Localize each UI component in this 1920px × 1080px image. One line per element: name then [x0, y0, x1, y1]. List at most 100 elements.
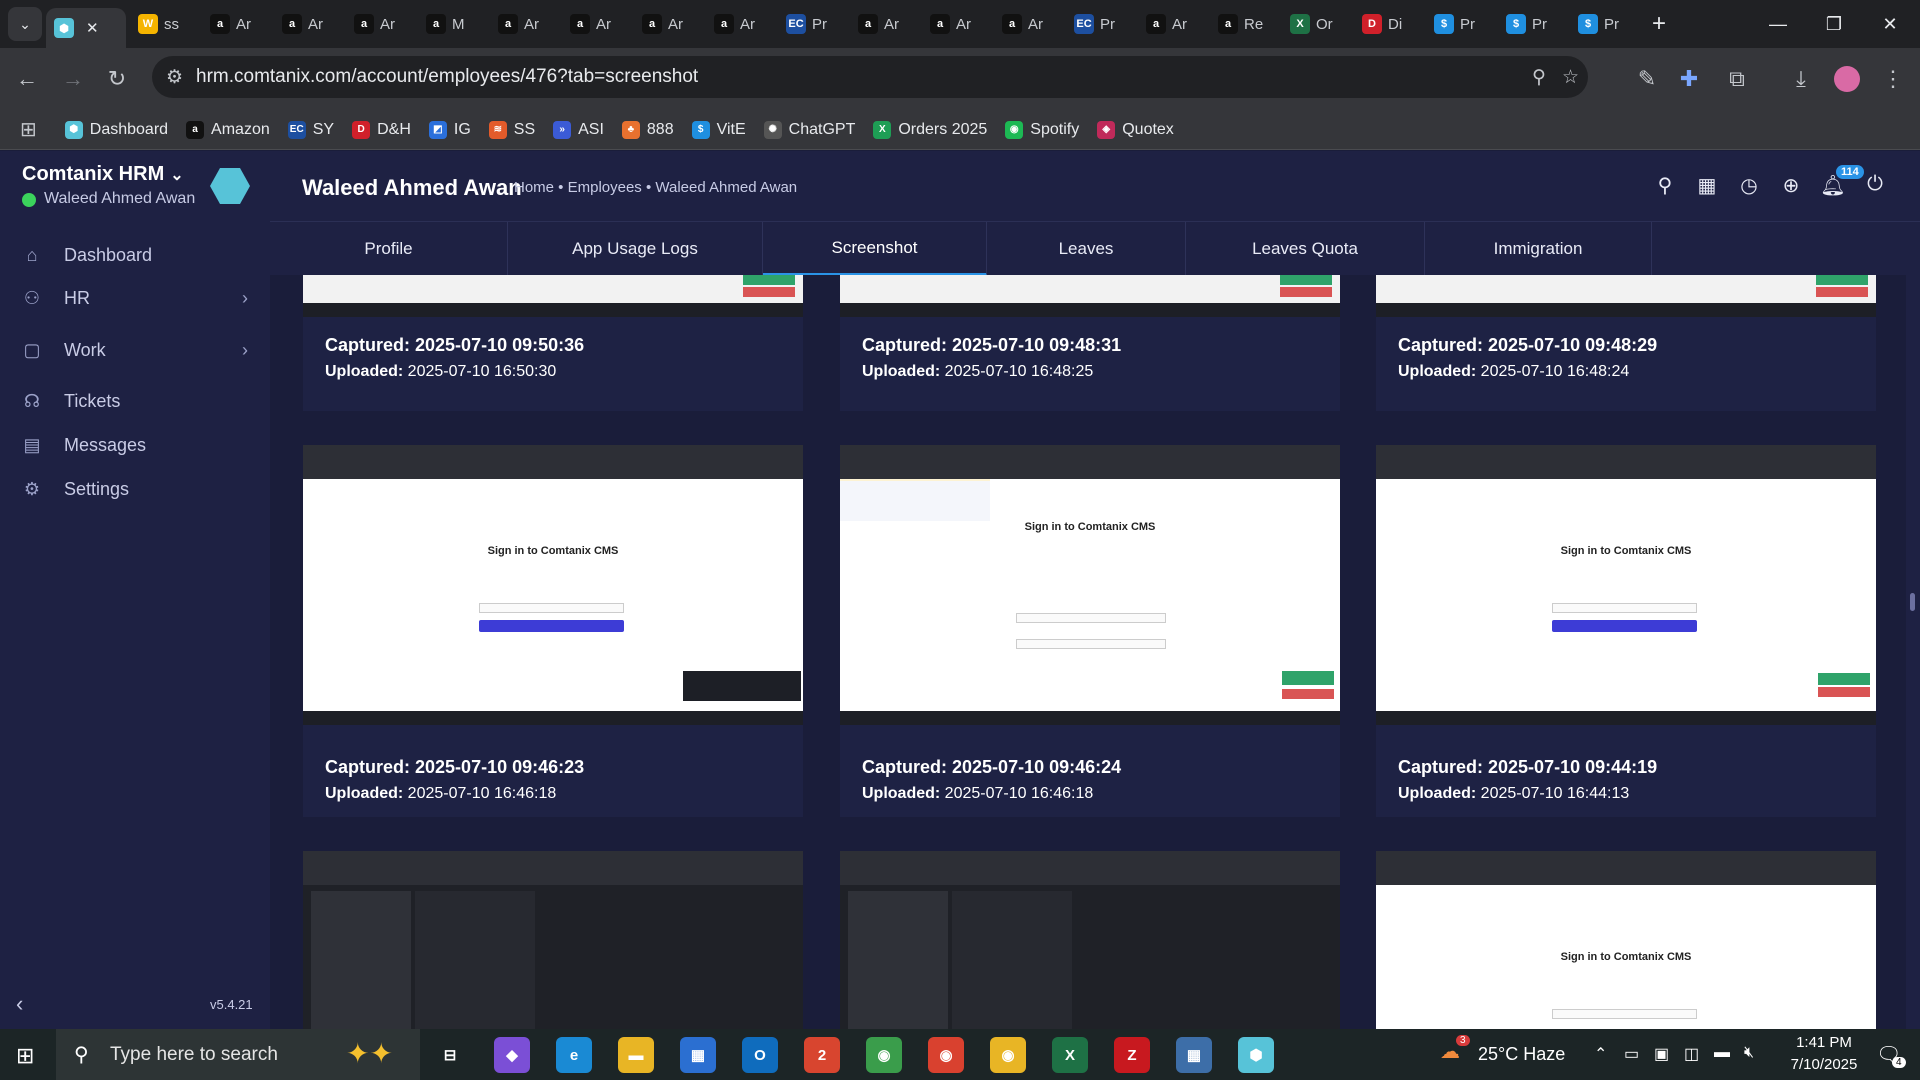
screenshot-thumbnail[interactable]: [840, 851, 1340, 1029]
tab-search-chevron-icon[interactable]: ⌄: [8, 7, 42, 41]
zoom-icon[interactable]: ⚲: [1532, 66, 1546, 89]
screen-record-icon[interactable]: ◫: [1684, 1044, 1699, 1064]
chrome-icon-2[interactable]: ◉: [928, 1037, 964, 1073]
browser-tab[interactable]: a Ar: [634, 7, 702, 41]
chrome-icon[interactable]: ◉: [866, 1037, 902, 1073]
sidebar-item-hr[interactable]: ⚇ HR ›: [0, 273, 270, 323]
sidebar-item-messages[interactable]: ▤ Messages: [0, 420, 270, 470]
task-view-icon[interactable]: ⊟: [432, 1037, 468, 1073]
address-bar[interactable]: ⚙ hrm.comtanix.com/account/employees/476…: [152, 56, 1588, 98]
bookmark-item[interactable]: ♣ 888: [621, 120, 674, 139]
restore-icon[interactable]: ❐: [1806, 0, 1862, 48]
browser-tab[interactable]: a Ar: [490, 7, 558, 41]
bookmark-item[interactable]: ◉ Spotify: [1005, 120, 1079, 139]
collapse-sidebar-icon[interactable]: ‹: [16, 991, 23, 1017]
calendar-app-icon[interactable]: 2: [804, 1037, 840, 1073]
browser-tab[interactable]: X Or: [1282, 7, 1350, 41]
screenshot-thumbnail[interactable]: Sign in to Comtanix CMS: [303, 445, 803, 725]
apps-grid-icon[interactable]: ⊞: [20, 117, 37, 142]
browser-tab[interactable]: a Ar: [706, 7, 774, 41]
browser-tab[interactable]: $ Pr: [1498, 7, 1566, 41]
comtanix-app-icon[interactable]: ⬢: [1238, 1037, 1274, 1073]
screenshot-card[interactable]: [840, 851, 1340, 1029]
browser-tab[interactable]: a Ar: [346, 7, 414, 41]
bookmark-item[interactable]: ⬢ Dashboard: [64, 120, 168, 139]
extension-puzzle-blue-icon[interactable]: ✚: [1672, 62, 1706, 96]
screenshot-thumbnail[interactable]: [303, 851, 803, 1029]
browser-tab[interactable]: ⬢ ✕: [46, 8, 126, 48]
screenshot-thumbnail[interactable]: [1376, 275, 1876, 317]
network-icon[interactable]: ▭: [1624, 1044, 1639, 1064]
search-icon[interactable]: ⚲: [1652, 173, 1678, 198]
browser-tab[interactable]: a Ar: [274, 7, 342, 41]
clock-date[interactable]: 7/10/2025: [1784, 1056, 1864, 1073]
screenshot-card[interactable]: Captured: 2025-07-10 09:50:36 Uploaded: 2…: [303, 275, 803, 411]
site-info-icon[interactable]: ⚙: [166, 66, 183, 89]
browser-tab[interactable]: $ Pr: [1426, 7, 1494, 41]
bookmark-star-icon[interactable]: ☆: [1562, 66, 1579, 89]
tab-app-usage-logs[interactable]: App Usage Logs: [508, 222, 763, 276]
screenshot-card[interactable]: Sign in to Comtanix CMS: [1376, 851, 1876, 1029]
show-hidden-icons-chevron-icon[interactable]: ⌃: [1594, 1044, 1607, 1064]
filezilla-icon[interactable]: Z: [1114, 1037, 1150, 1073]
copilot-icon[interactable]: ◆: [494, 1037, 530, 1073]
store-icon[interactable]: ▦: [680, 1037, 716, 1073]
browser-tab[interactable]: $ Pr: [1570, 7, 1638, 41]
download-icon[interactable]: ⤓: [1784, 62, 1818, 96]
tab-immigration[interactable]: Immigration: [1425, 222, 1652, 276]
sidebar-item-tickets[interactable]: ☊ Tickets: [0, 376, 270, 426]
outlook-icon[interactable]: O: [742, 1037, 778, 1073]
bookmark-item[interactable]: ✺ ChatGPT: [763, 120, 855, 139]
new-tab-plus-icon[interactable]: +: [1652, 10, 1666, 38]
minimize-icon[interactable]: —: [1750, 0, 1806, 48]
screenshot-card[interactable]: Captured: 2025-07-10 09:48:29 Uploaded: 2…: [1376, 275, 1876, 411]
file-explorer-icon[interactable]: ▬: [618, 1037, 654, 1073]
sidebar-item-work[interactable]: ▢ Work ›: [0, 325, 270, 375]
sidebar-item-settings[interactable]: ⚙ Settings: [0, 464, 270, 514]
screenshot-thumbnail[interactable]: Sign in to Comtanix CMS: [840, 445, 1340, 725]
tab-leaves-quota[interactable]: Leaves Quota: [1186, 222, 1425, 276]
browser-tab[interactable]: EC Pr: [1066, 7, 1134, 41]
calculator-icon[interactable]: ▦: [1176, 1037, 1212, 1073]
weather-text[interactable]: 25°C Haze: [1478, 1044, 1565, 1065]
tab-screenshot[interactable]: Screenshot: [763, 222, 987, 276]
bookmark-item[interactable]: ◈ Quotex: [1097, 120, 1174, 139]
excel-icon[interactable]: X: [1052, 1037, 1088, 1073]
browser-tab[interactable]: Wss: [130, 7, 198, 41]
volume-mute-icon[interactable]: 🔇︎: [1744, 1044, 1754, 1062]
browser-tab[interactable]: a Ar: [202, 7, 270, 41]
screenshot-thumbnail[interactable]: Sign in to Comtanix CMS: [1376, 851, 1876, 1029]
screenshot-card[interactable]: Sign in to Comtanix CMS Captured: 2025-07…: [840, 445, 1340, 817]
browser-menu-icon[interactable]: ⋮: [1876, 62, 1910, 96]
power-icon[interactable]: ⏻: [1862, 173, 1888, 196]
bookmark-item[interactable]: D D&H: [352, 120, 411, 139]
back-arrow-icon[interactable]: ←: [10, 62, 44, 96]
browser-tab[interactable]: a Ar: [1138, 7, 1206, 41]
profile-avatar-icon[interactable]: [1830, 62, 1864, 96]
screenshot-card[interactable]: Sign in to Comtanix CMS Captured: 2025-07…: [303, 445, 803, 817]
calendar-icon[interactable]: ▦: [1694, 173, 1720, 198]
bookmark-item[interactable]: a Amazon: [186, 120, 270, 139]
extensions-icon[interactable]: ⧉: [1720, 62, 1754, 96]
screenshot-card[interactable]: Sign in to Comtanix CMS Captured: 2025-07…: [1376, 445, 1876, 817]
browser-tab[interactable]: D Di: [1354, 7, 1422, 41]
clock-icon[interactable]: ◷: [1736, 173, 1762, 198]
tab-profile[interactable]: Profile: [270, 222, 508, 276]
close-tab-icon[interactable]: ✕: [86, 19, 99, 37]
browser-tab[interactable]: EC Pr: [778, 7, 846, 41]
bookmark-item[interactable]: $ VitE: [691, 120, 746, 139]
browser-tab[interactable]: a Ar: [922, 7, 990, 41]
windows-start-icon[interactable]: ⊞: [16, 1043, 34, 1069]
scrollbar-thumb[interactable]: [1910, 593, 1915, 611]
chrome-icon-3[interactable]: ◉: [990, 1037, 1026, 1073]
browser-tab[interactable]: a Ar: [562, 7, 630, 41]
taskbar-search[interactable]: ⚲ Type here to search ✦✦: [56, 1029, 420, 1080]
screenshot-thumbnail[interactable]: [840, 275, 1340, 317]
brand-switcher[interactable]: Comtanix HRM ⌄: [22, 163, 184, 186]
forward-arrow-icon[interactable]: →: [56, 62, 90, 96]
screenshot-card[interactable]: Captured: 2025-07-10 09:48:31 Uploaded: 2…: [840, 275, 1340, 411]
bookmark-item[interactable]: » ASI: [553, 120, 604, 139]
extension-feather-icon[interactable]: ✎: [1630, 62, 1664, 96]
bookmark-item[interactable]: EC SY: [287, 120, 334, 139]
screenshot-card[interactable]: [303, 851, 803, 1029]
